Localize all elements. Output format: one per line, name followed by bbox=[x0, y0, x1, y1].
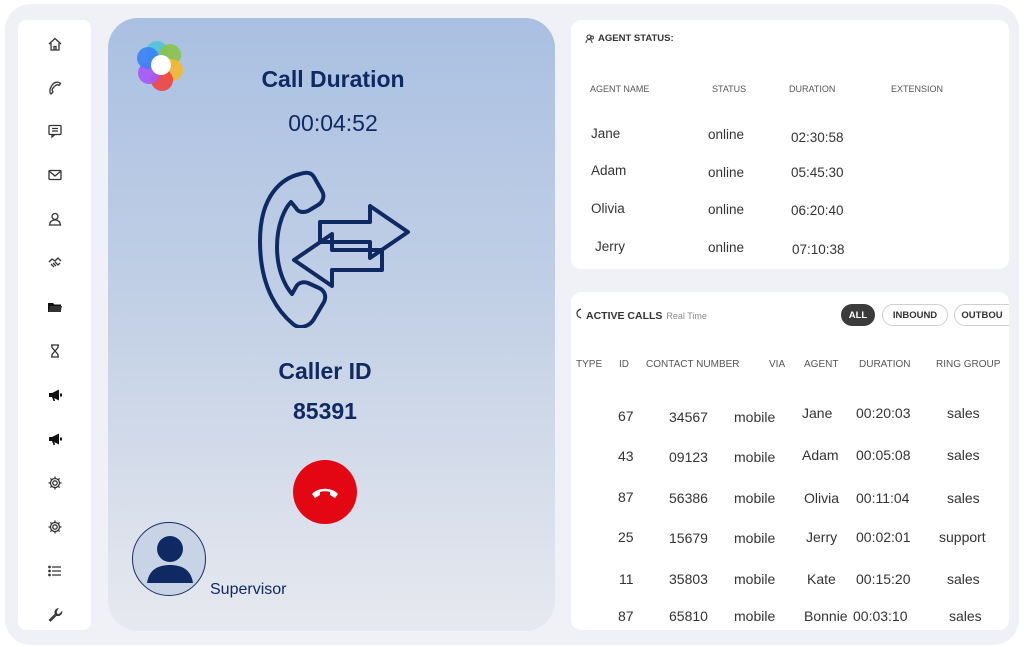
hangup-icon bbox=[312, 488, 338, 498]
call-duration-title: Call Duration bbox=[261, 66, 405, 92]
call-ring-group: support bbox=[939, 529, 986, 545]
call-panel: Call Duration 00:04:52 Caller ID 85391 S… bbox=[108, 18, 555, 631]
home-icon[interactable] bbox=[44, 33, 66, 55]
call-agent: Olivia bbox=[804, 490, 840, 506]
col-via: VIA bbox=[769, 359, 786, 370]
col-ring-group: RING GROUP bbox=[936, 359, 1001, 370]
filter-inbound[interactable]: INBOUND bbox=[882, 304, 948, 326]
col-duration: DURATION bbox=[789, 84, 836, 94]
call-agent: Bonnie bbox=[804, 608, 848, 624]
col-type: TYPE bbox=[576, 359, 603, 370]
caller-id-value: 85391 bbox=[293, 398, 357, 424]
col-duration: DURATION bbox=[859, 359, 911, 370]
person-icon bbox=[147, 536, 193, 583]
call-number: 65810 bbox=[669, 608, 708, 624]
call-number: 09123 bbox=[669, 449, 708, 465]
gear-icon[interactable] bbox=[44, 516, 66, 538]
agent-duration: 05:45:30 bbox=[791, 165, 844, 180]
call-duration: 00:15:20 bbox=[856, 571, 911, 587]
agent-status: online bbox=[708, 165, 745, 180]
call-agent: Jane bbox=[802, 405, 833, 421]
call-id: 87 bbox=[618, 489, 634, 505]
col-contact-number: CONTACT NUMBER bbox=[646, 359, 740, 370]
call-duration: 00:20:03 bbox=[856, 405, 911, 421]
col-status: STATUS bbox=[712, 84, 747, 94]
call-duration: 00:11:04 bbox=[856, 490, 910, 506]
call-ring-group: sales bbox=[947, 447, 980, 463]
folder-icon[interactable] bbox=[44, 296, 66, 318]
phone-icon[interactable] bbox=[44, 77, 66, 99]
call-number: 34567 bbox=[669, 409, 708, 425]
agents-icon bbox=[585, 34, 594, 43]
filter-outbound[interactable]: OUTBOU bbox=[954, 304, 1009, 326]
agent-status-title: AGENT STATUS: bbox=[598, 33, 674, 44]
call-number: 35803 bbox=[669, 571, 708, 587]
call-duration-value: 00:04:52 bbox=[288, 110, 378, 136]
agent-name: Olivia bbox=[591, 201, 625, 216]
megaphone-icon[interactable] bbox=[44, 428, 66, 450]
active-calls-title: ACTIVE CALLS bbox=[586, 310, 663, 322]
call-via: mobile bbox=[734, 409, 776, 425]
call-duration: 00:02:01 bbox=[856, 529, 911, 545]
call-duration: 00:03:10 bbox=[853, 608, 908, 624]
agent-name: Jerry bbox=[595, 239, 625, 254]
call-id: 67 bbox=[618, 408, 634, 424]
call-agent: Kate bbox=[807, 571, 836, 587]
filter-all[interactable]: ALL bbox=[841, 304, 875, 326]
call-via: mobile bbox=[734, 571, 776, 587]
hangup-button[interactable] bbox=[293, 460, 357, 524]
call-id: 25 bbox=[618, 529, 634, 545]
handshake-icon[interactable] bbox=[44, 252, 66, 274]
call-number: 56386 bbox=[669, 490, 708, 506]
call-id: 43 bbox=[618, 448, 634, 464]
agent-duration: 02:30:58 bbox=[791, 130, 844, 145]
agent-status-panel: AGENT STATUS: AGENT NAME STATUS DURATION… bbox=[571, 20, 1009, 269]
caller-id-title: Caller ID bbox=[278, 358, 372, 384]
call-ring-group: sales bbox=[949, 608, 982, 624]
app-logo bbox=[137, 41, 183, 91]
sidebar bbox=[18, 20, 91, 630]
call-agent: Adam bbox=[802, 447, 839, 463]
call-ring-group: sales bbox=[947, 490, 980, 506]
agent-status: online bbox=[708, 202, 745, 217]
call-ring-group: sales bbox=[947, 405, 980, 421]
agent-duration: 06:20:40 bbox=[791, 203, 844, 218]
gear-icon[interactable] bbox=[44, 472, 66, 494]
list-icon[interactable] bbox=[44, 560, 66, 582]
agent-status: online bbox=[708, 240, 745, 255]
active-calls-panel: ACTIVE CALLS Real Time ALL INBOUND OUTBO… bbox=[571, 292, 1009, 630]
wrench-icon[interactable] bbox=[44, 604, 66, 626]
agent-status: online bbox=[708, 127, 745, 142]
call-duration: 00:05:08 bbox=[856, 447, 911, 463]
col-agent: AGENT bbox=[804, 359, 839, 370]
user-icon[interactable] bbox=[44, 208, 66, 230]
mail-icon[interactable] bbox=[44, 164, 66, 186]
call-agent: Jerry bbox=[806, 529, 838, 545]
phone-icon bbox=[576, 308, 582, 319]
agent-name: Jane bbox=[591, 126, 621, 141]
col-agent-name: AGENT NAME bbox=[590, 84, 650, 94]
megaphone-icon[interactable] bbox=[44, 384, 66, 406]
supervisor-label: Supervisor bbox=[210, 581, 287, 598]
call-via: mobile bbox=[734, 608, 776, 624]
hourglass-icon[interactable] bbox=[44, 340, 66, 362]
agent-name: Adam bbox=[591, 163, 627, 178]
call-transfer-icon bbox=[258, 170, 410, 328]
chat-icon[interactable] bbox=[44, 120, 66, 142]
active-calls-header: ACTIVE CALLS Real Time bbox=[576, 308, 707, 322]
call-via: mobile bbox=[734, 530, 776, 546]
col-id: ID bbox=[619, 359, 629, 370]
call-via: mobile bbox=[734, 449, 776, 465]
call-ring-group: sales bbox=[947, 571, 980, 587]
agent-status-header: AGENT STATUS: bbox=[585, 33, 674, 44]
active-calls-subtitle: Real Time bbox=[666, 311, 707, 321]
supervisor-avatar[interactable] bbox=[132, 522, 206, 596]
call-id: 87 bbox=[618, 608, 634, 624]
col-extension: EXTENSION bbox=[891, 84, 944, 94]
call-number: 15679 bbox=[669, 530, 708, 546]
agent-duration: 07:10:38 bbox=[792, 242, 845, 257]
call-via: mobile bbox=[734, 490, 776, 506]
call-id: 11 bbox=[619, 571, 634, 587]
